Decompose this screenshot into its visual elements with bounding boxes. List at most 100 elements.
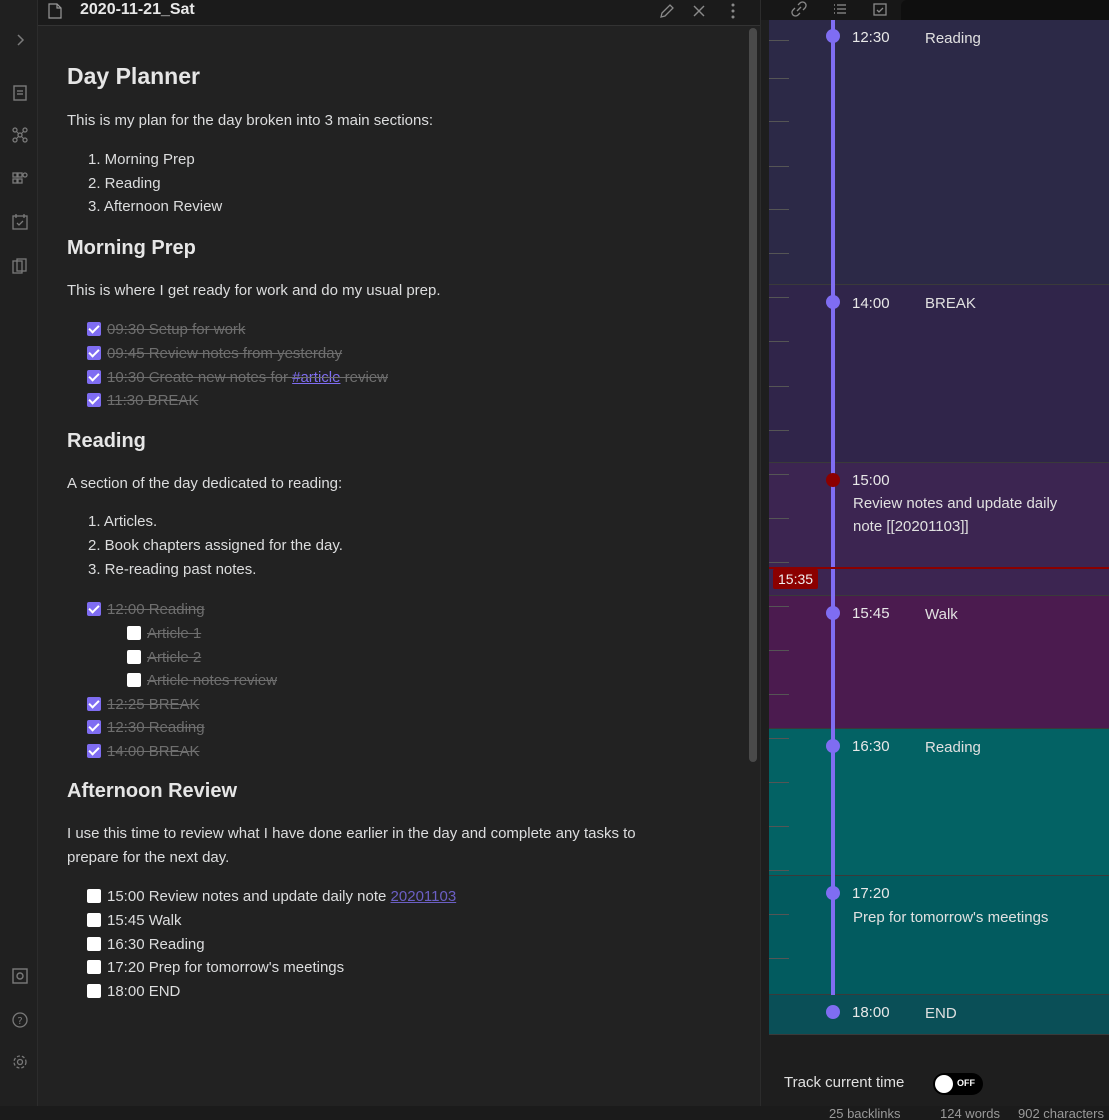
obsidian-window: ? 2020-11-21_Sat Day Planner This is my … bbox=[0, 0, 1109, 1120]
heading-morning-prep: Morning Prep bbox=[67, 237, 196, 259]
day-planner-pane: 12:30 Reading 14:00 BREAK 15:00 Review n… bbox=[760, 0, 1109, 1106]
task-checkbox[interactable] bbox=[87, 697, 101, 711]
note-title[interactable]: 2020-11-21_Sat bbox=[80, 0, 195, 20]
editor-pane: 2020-11-21_Sat Day Planner This is my pl… bbox=[38, 0, 760, 1106]
hour-tick bbox=[769, 209, 789, 210]
heading-day-planner: Day Planner bbox=[67, 63, 200, 89]
intro-paragraph: This is my plan for the day broken into … bbox=[67, 112, 434, 129]
editor-scrollbar[interactable] bbox=[749, 28, 757, 762]
list-item: 1. Morning Prep bbox=[88, 151, 195, 168]
task-checkbox[interactable] bbox=[127, 626, 141, 640]
task-checkbox[interactable] bbox=[87, 937, 101, 951]
word-count: 124 words bbox=[940, 1106, 1000, 1120]
task-checkbox[interactable] bbox=[87, 720, 101, 734]
task-checkbox[interactable] bbox=[87, 393, 101, 407]
copy-documents-icon[interactable] bbox=[11, 257, 29, 275]
backlinks-count[interactable]: 25 backlinks bbox=[829, 1106, 901, 1120]
task-checkbox[interactable] bbox=[127, 650, 141, 664]
hour-tick bbox=[769, 562, 789, 563]
toggle-knob bbox=[935, 1075, 953, 1093]
event-dot bbox=[826, 606, 840, 620]
track-current-time-label: Track current time bbox=[784, 1074, 905, 1091]
task-item: 12:00 Reading bbox=[87, 599, 205, 619]
hour-tick bbox=[769, 341, 789, 342]
task-item: 12:30 Reading bbox=[87, 717, 205, 737]
task-checkbox[interactable] bbox=[87, 984, 101, 998]
outline-list-icon[interactable] bbox=[832, 1, 848, 17]
task-checkbox[interactable] bbox=[87, 744, 101, 758]
vault-icon[interactable] bbox=[11, 967, 29, 985]
task-checkbox[interactable] bbox=[87, 370, 101, 384]
list-item: 1. Articles. bbox=[88, 513, 158, 530]
hour-tick bbox=[769, 474, 789, 475]
hour-tick bbox=[769, 518, 789, 519]
character-count: 902 characters bbox=[1018, 1106, 1104, 1120]
calendar-check-icon[interactable] bbox=[11, 213, 29, 231]
event-description-line2: note [[20201103]] bbox=[853, 518, 969, 535]
task-checkbox[interactable] bbox=[87, 889, 101, 903]
task-checkbox[interactable] bbox=[87, 346, 101, 360]
task-item: 14:00 BREAK bbox=[87, 741, 200, 761]
task-item: 15:45 Walk bbox=[87, 910, 181, 930]
event-time: 15:45 bbox=[852, 605, 890, 622]
timeline: 12:30 Reading 14:00 BREAK 15:00 Review n… bbox=[769, 20, 1109, 1035]
link-icon[interactable] bbox=[791, 1, 807, 17]
toggle-state-text: OFF bbox=[957, 1078, 975, 1088]
event-time: 17:20 bbox=[852, 885, 890, 902]
subtask-item: Article 1 bbox=[127, 623, 201, 643]
current-time-label: 15:35 bbox=[773, 569, 819, 589]
hour-tick bbox=[769, 430, 789, 431]
planner-header bbox=[761, 0, 1109, 20]
hour-tick bbox=[769, 166, 789, 167]
expand-chevron-icon[interactable] bbox=[11, 31, 29, 49]
task-checkbox[interactable] bbox=[87, 322, 101, 336]
task-checkbox[interactable] bbox=[87, 960, 101, 974]
hour-tick bbox=[769, 78, 789, 79]
edit-pencil-icon[interactable] bbox=[658, 2, 676, 20]
hour-tick bbox=[769, 606, 789, 607]
reading-paragraph: A section of the day dedicated to readin… bbox=[67, 475, 343, 492]
svg-text:?: ? bbox=[17, 1016, 22, 1027]
event-dot bbox=[826, 29, 840, 43]
more-options-icon[interactable] bbox=[724, 2, 742, 20]
daily-note-link[interactable]: 20201103 bbox=[391, 888, 457, 905]
calendar-check-icon[interactable] bbox=[872, 1, 888, 17]
heading-reading: Reading bbox=[67, 430, 146, 452]
settings-gear-icon[interactable] bbox=[11, 1053, 29, 1071]
hour-tick bbox=[769, 694, 789, 695]
hour-tick bbox=[769, 297, 789, 298]
task-checkbox[interactable] bbox=[87, 913, 101, 927]
current-event-dot bbox=[826, 473, 840, 487]
task-checkbox[interactable] bbox=[127, 673, 141, 687]
hour-tick bbox=[769, 738, 789, 739]
event-block-reading[interactable] bbox=[769, 20, 1109, 285]
article-tag-link[interactable]: #article bbox=[292, 369, 340, 386]
current-time-line bbox=[769, 567, 1109, 569]
event-dot bbox=[826, 886, 840, 900]
close-icon[interactable] bbox=[690, 2, 708, 20]
track-current-time-toggle[interactable]: OFF bbox=[933, 1073, 983, 1095]
help-icon[interactable]: ? bbox=[11, 1011, 29, 1029]
task-item: 18:00 END bbox=[87, 981, 180, 1001]
event-dot bbox=[826, 295, 840, 309]
event-block-prep[interactable] bbox=[769, 876, 1109, 995]
kanban-board-icon[interactable] bbox=[11, 170, 29, 188]
event-title: Reading bbox=[925, 30, 981, 47]
hour-tick bbox=[769, 386, 789, 387]
task-item: 10:30 Create new notes for #article revi… bbox=[87, 367, 388, 387]
hour-tick bbox=[769, 958, 789, 959]
planner-tab[interactable] bbox=[901, 0, 1109, 20]
task-checkbox[interactable] bbox=[87, 602, 101, 616]
task-item: 09:45 Review notes from yesterday bbox=[87, 343, 342, 363]
hour-tick bbox=[769, 826, 789, 827]
event-time: 14:00 bbox=[852, 295, 890, 312]
hour-tick bbox=[769, 870, 789, 871]
open-quick-switcher-icon[interactable] bbox=[11, 84, 29, 102]
morning-paragraph: This is where I get ready for work and d… bbox=[67, 282, 441, 299]
hour-tick bbox=[769, 914, 789, 915]
event-time: 16:30 bbox=[852, 738, 890, 755]
heading-afternoon-review: Afternoon Review bbox=[67, 780, 238, 802]
task-item: 15:00 Review notes and update daily note… bbox=[87, 886, 456, 906]
graph-view-icon[interactable] bbox=[11, 126, 29, 144]
hour-tick bbox=[769, 650, 789, 651]
